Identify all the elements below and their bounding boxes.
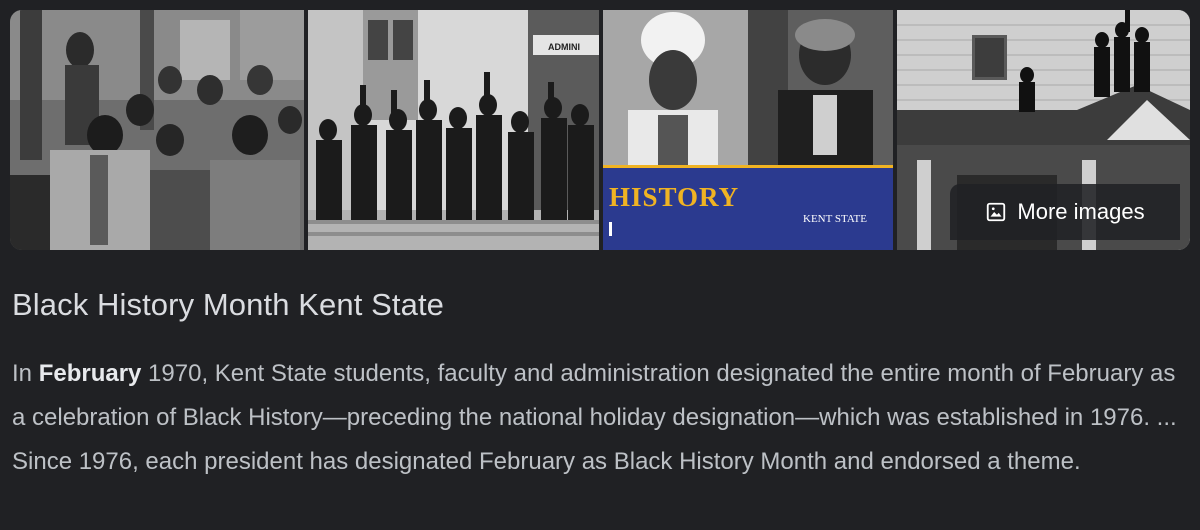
- result-title[interactable]: Black History Month Kent State: [12, 287, 444, 323]
- more-images-label: More images: [1017, 199, 1145, 224]
- image-thumbnail-raised-fists[interactable]: ADMINI: [308, 10, 599, 250]
- image-strip: ADMINI HISTORY KENT STATE More images: [10, 10, 1190, 250]
- seated-students-photo: [10, 10, 304, 250]
- image-icon: [987, 202, 1006, 222]
- building-sign-text: ADMINI: [548, 42, 580, 52]
- snippet-highlight: February: [38, 360, 142, 387]
- history-banner-text: HISTORY: [609, 182, 739, 212]
- image-thumbnail-seated-students[interactable]: [10, 10, 304, 250]
- snippet-body: 1970, Kent State students, faculty and a…: [12, 360, 1177, 475]
- raised-fists-photo: ADMINI: [308, 10, 599, 250]
- history-banner-photo: HISTORY KENT STATE: [603, 10, 893, 250]
- more-images-button[interactable]: More images: [950, 184, 1180, 240]
- kent-state-logo-text: KENT STATE: [803, 213, 867, 225]
- image-thumbnail-history-banner[interactable]: HISTORY KENT STATE: [603, 10, 893, 250]
- snippet-lead: In: [12, 360, 39, 387]
- result-snippet: In February 1970, Kent State students, f…: [12, 352, 1192, 484]
